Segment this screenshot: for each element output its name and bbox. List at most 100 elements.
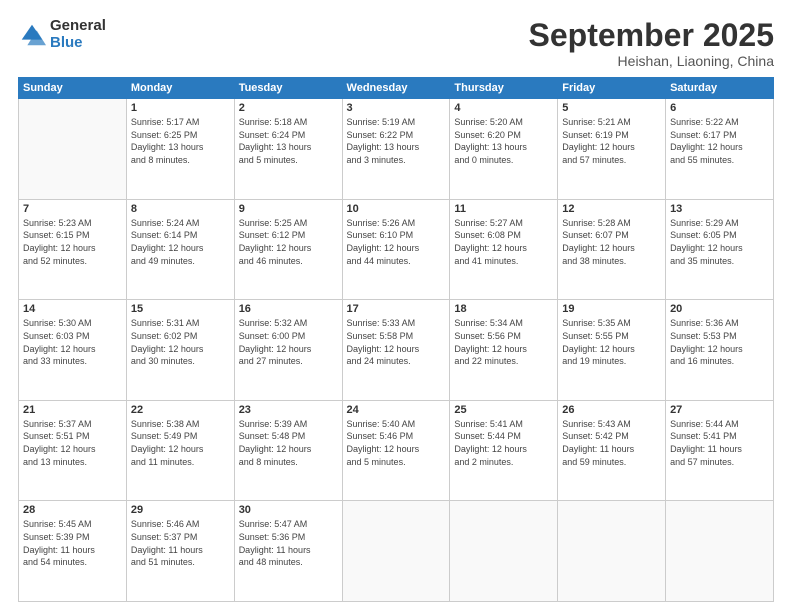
- cell-date-number: 10: [347, 203, 446, 215]
- cell-date-number: 18: [454, 303, 553, 315]
- calendar-cell: [19, 99, 127, 200]
- calendar-cell: 20 Sunrise: 5:36 AMSunset: 5:53 PMDayligh…: [666, 300, 774, 401]
- calendar-cell: 14 Sunrise: 5:30 AMSunset: 6:03 PMDayligh…: [19, 300, 127, 401]
- calendar-cell: 9Sunrise: 5:25 AMSunset: 6:12 PMDaylight…: [234, 199, 342, 300]
- calendar-week-row: 14 Sunrise: 5:30 AMSunset: 6:03 PMDayligh…: [19, 300, 774, 401]
- calendar-cell: 21 Sunrise: 5:37 AMSunset: 5:51 PMDayligh…: [19, 400, 127, 501]
- cell-info-text: Sunrise: 5:38 AMSunset: 5:49 PMDaylight:…: [131, 418, 230, 468]
- cell-date-number: 13: [670, 203, 769, 215]
- cell-info-text: Sunrise: 5:18 AMSunset: 6:24 PMDaylight:…: [239, 116, 338, 166]
- calendar-week-row: 28 Sunrise: 5:45 AMSunset: 5:39 PMDayligh…: [19, 501, 774, 602]
- calendar-cell: 22 Sunrise: 5:38 AMSunset: 5:49 PMDayligh…: [126, 400, 234, 501]
- logo-general: General: [50, 18, 106, 35]
- calendar-cell: 29Sunrise: 5:46 AMSunset: 5:37 PMDayligh…: [126, 501, 234, 602]
- title-block: September 2025 Heishan, Liaoning, China: [529, 18, 774, 69]
- cell-info-text: Sunrise: 5:39 AMSunset: 5:48 PMDaylight:…: [239, 418, 338, 468]
- calendar-cell: [450, 501, 558, 602]
- cell-date-number: 12: [562, 203, 661, 215]
- cell-date-number: 28: [23, 504, 122, 516]
- calendar-cell: 26 Sunrise: 5:43 AMSunset: 5:42 PMDayligh…: [558, 400, 666, 501]
- calendar-cell: 17 Sunrise: 5:33 AMSunset: 5:58 PMDayligh…: [342, 300, 450, 401]
- calendar-cell: 7 Sunrise: 5:23 AMSunset: 6:15 PMDaylight…: [19, 199, 127, 300]
- cell-date-number: 27: [670, 404, 769, 416]
- cell-date-number: 30: [239, 504, 338, 516]
- calendar-cell: 10Sunrise: 5:26 AMSunset: 6:10 PMDayligh…: [342, 199, 450, 300]
- cell-date-number: 25: [454, 404, 553, 416]
- cell-date-number: 14: [23, 303, 122, 315]
- cell-info-text: Sunrise: 5:46 AMSunset: 5:37 PMDaylight:…: [131, 518, 230, 568]
- cell-info-text: Sunrise: 5:47 AMSunset: 5:36 PMDaylight:…: [239, 518, 338, 568]
- cell-date-number: 11: [454, 203, 553, 215]
- calendar-cell: 30 Sunrise: 5:47 AMSunset: 5:36 PMDayligh…: [234, 501, 342, 602]
- calendar-cell: 27 Sunrise: 5:44 AMSunset: 5:41 PMDayligh…: [666, 400, 774, 501]
- calendar-cell: 28 Sunrise: 5:45 AMSunset: 5:39 PMDayligh…: [19, 501, 127, 602]
- cell-date-number: 24: [347, 404, 446, 416]
- cell-date-number: 8: [131, 203, 230, 215]
- logo-blue: Blue: [50, 35, 106, 52]
- cell-date-number: 16: [239, 303, 338, 315]
- calendar-cell: 18 Sunrise: 5:34 AMSunset: 5:56 PMDayligh…: [450, 300, 558, 401]
- calendar-cell: 13 Sunrise: 5:29 AMSunset: 6:05 PMDayligh…: [666, 199, 774, 300]
- month-title: September 2025: [529, 18, 774, 53]
- cell-info-text: Sunrise: 5:32 AMSunset: 6:00 PMDaylight:…: [239, 317, 338, 367]
- cell-date-number: 15: [131, 303, 230, 315]
- calendar-cell: [666, 501, 774, 602]
- cell-date-number: 20: [670, 303, 769, 315]
- cell-date-number: 3: [347, 102, 446, 114]
- calendar-cell: 12 Sunrise: 5:28 AMSunset: 6:07 PMDayligh…: [558, 199, 666, 300]
- cell-info-text: Sunrise: 5:29 AMSunset: 6:05 PMDaylight:…: [670, 217, 769, 267]
- calendar-week-row: 21 Sunrise: 5:37 AMSunset: 5:51 PMDayligh…: [19, 400, 774, 501]
- cell-info-text: Sunrise: 5:28 AMSunset: 6:07 PMDaylight:…: [562, 217, 661, 267]
- cell-info-text: Sunrise: 5:40 AMSunset: 5:46 PMDaylight:…: [347, 418, 446, 468]
- cell-date-number: 21: [23, 404, 122, 416]
- calendar-day-header: Friday: [558, 78, 666, 99]
- calendar-cell: 8Sunrise: 5:24 AMSunset: 6:14 PMDaylight…: [126, 199, 234, 300]
- calendar-cell: 2 Sunrise: 5:18 AMSunset: 6:24 PMDaylight…: [234, 99, 342, 200]
- cell-info-text: Sunrise: 5:19 AMSunset: 6:22 PMDaylight:…: [347, 116, 446, 166]
- cell-date-number: 22: [131, 404, 230, 416]
- cell-date-number: 23: [239, 404, 338, 416]
- page: General Blue September 2025 Heishan, Lia…: [0, 0, 792, 612]
- cell-info-text: Sunrise: 5:41 AMSunset: 5:44 PMDaylight:…: [454, 418, 553, 468]
- cell-info-text: Sunrise: 5:44 AMSunset: 5:41 PMDaylight:…: [670, 418, 769, 468]
- calendar-cell: 16 Sunrise: 5:32 AMSunset: 6:00 PMDayligh…: [234, 300, 342, 401]
- cell-info-text: Sunrise: 5:45 AMSunset: 5:39 PMDaylight:…: [23, 518, 122, 568]
- calendar-day-header: Tuesday: [234, 78, 342, 99]
- cell-date-number: 6: [670, 102, 769, 114]
- cell-date-number: 26: [562, 404, 661, 416]
- calendar-day-header: Sunday: [19, 78, 127, 99]
- calendar-cell: 11 Sunrise: 5:27 AMSunset: 6:08 PMDayligh…: [450, 199, 558, 300]
- cell-date-number: 9: [239, 203, 338, 215]
- cell-info-text: Sunrise: 5:17 AMSunset: 6:25 PMDaylight:…: [131, 116, 230, 166]
- calendar-cell: 24 Sunrise: 5:40 AMSunset: 5:46 PMDayligh…: [342, 400, 450, 501]
- cell-info-text: Sunrise: 5:22 AMSunset: 6:17 PMDaylight:…: [670, 116, 769, 166]
- cell-info-text: Sunrise: 5:36 AMSunset: 5:53 PMDaylight:…: [670, 317, 769, 367]
- calendar-day-header: Saturday: [666, 78, 774, 99]
- cell-info-text: Sunrise: 5:27 AMSunset: 6:08 PMDaylight:…: [454, 217, 553, 267]
- calendar-cell: 1Sunrise: 5:17 AMSunset: 6:25 PMDaylight…: [126, 99, 234, 200]
- calendar-cell: 15 Sunrise: 5:31 AMSunset: 6:02 PMDayligh…: [126, 300, 234, 401]
- logo: General Blue: [18, 18, 106, 51]
- cell-date-number: 7: [23, 203, 122, 215]
- cell-info-text: Sunrise: 5:23 AMSunset: 6:15 PMDaylight:…: [23, 217, 122, 267]
- cell-date-number: 4: [454, 102, 553, 114]
- cell-info-text: Sunrise: 5:33 AMSunset: 5:58 PMDaylight:…: [347, 317, 446, 367]
- cell-date-number: 17: [347, 303, 446, 315]
- cell-info-text: Sunrise: 5:34 AMSunset: 5:56 PMDaylight:…: [454, 317, 553, 367]
- cell-date-number: 2: [239, 102, 338, 114]
- calendar-cell: 23 Sunrise: 5:39 AMSunset: 5:48 PMDayligh…: [234, 400, 342, 501]
- calendar-table: SundayMondayTuesdayWednesdayThursdayFrid…: [18, 77, 774, 602]
- logo-text: General Blue: [50, 18, 106, 51]
- location: Heishan, Liaoning, China: [529, 53, 774, 69]
- cell-info-text: Sunrise: 5:43 AMSunset: 5:42 PMDaylight:…: [562, 418, 661, 468]
- calendar-day-header: Monday: [126, 78, 234, 99]
- calendar-cell: 3 Sunrise: 5:19 AMSunset: 6:22 PMDaylight…: [342, 99, 450, 200]
- cell-info-text: Sunrise: 5:37 AMSunset: 5:51 PMDaylight:…: [23, 418, 122, 468]
- cell-info-text: Sunrise: 5:30 AMSunset: 6:03 PMDaylight:…: [23, 317, 122, 367]
- calendar-header-row: SundayMondayTuesdayWednesdayThursdayFrid…: [19, 78, 774, 99]
- cell-info-text: Sunrise: 5:21 AMSunset: 6:19 PMDaylight:…: [562, 116, 661, 166]
- cell-info-text: Sunrise: 5:31 AMSunset: 6:02 PMDaylight:…: [131, 317, 230, 367]
- cell-date-number: 5: [562, 102, 661, 114]
- calendar-day-header: Thursday: [450, 78, 558, 99]
- cell-date-number: 19: [562, 303, 661, 315]
